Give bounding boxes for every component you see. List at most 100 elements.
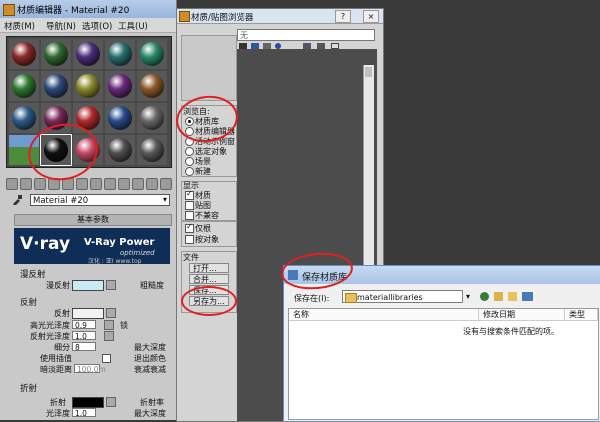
dim-distance-field[interactable]: 100.0m (74, 364, 106, 374)
menu-tools[interactable]: 工具(U) (118, 20, 148, 32)
editor-toolbar (6, 178, 172, 192)
sample-slot[interactable] (137, 71, 167, 101)
help-button[interactable]: ? (335, 10, 351, 23)
rollout-basic-params[interactable]: 基本参数 (14, 214, 172, 226)
browser-search-field[interactable]: 无 (237, 29, 375, 41)
sample-slot[interactable] (9, 39, 39, 69)
use-interp-checkbox[interactable] (102, 354, 111, 363)
refract-group-title: 折射 (20, 384, 38, 394)
by-object-checkbox[interactable] (185, 235, 194, 244)
max-depth2-label: 最大深度 (134, 409, 166, 418)
toolbar-icon[interactable] (76, 178, 88, 190)
menu-navigation[interactable]: 导航(N) (46, 20, 76, 32)
browse-from-radio[interactable] (185, 147, 194, 156)
sample-slot[interactable] (41, 39, 71, 69)
material-sphere (12, 74, 36, 98)
subdivs-field[interactable]: 8 (72, 342, 96, 352)
back-icon[interactable] (480, 292, 489, 301)
sample-slot[interactable] (41, 71, 71, 101)
browse-from-radio[interactable] (185, 167, 194, 176)
chevron-down-icon[interactable]: ▾ (462, 290, 473, 303)
toolbar-icon[interactable] (6, 178, 18, 190)
browse-from-radio[interactable] (185, 157, 194, 166)
material-sphere (140, 138, 164, 162)
menu-material[interactable]: 材质(M) (4, 20, 35, 32)
exit-color-label: 退出颜色 (134, 354, 166, 363)
refl-gloss-label: 反射光泽度 (30, 332, 70, 341)
diffuse-color-swatch[interactable] (72, 280, 104, 291)
save-in-dropdown[interactable]: materiallibraries (342, 290, 472, 303)
lock-label[interactable]: 锁 (120, 320, 128, 331)
ior-label: 折射率 (140, 398, 164, 407)
app-icon (179, 11, 190, 22)
reflect-map-button[interactable] (106, 308, 116, 318)
show-checkbox[interactable] (185, 201, 194, 210)
toolbar-icon[interactable] (104, 178, 116, 190)
show-checkbox[interactable] (185, 211, 194, 220)
checkmark-icon: ✓ (186, 222, 193, 231)
sample-slot[interactable] (137, 135, 167, 165)
sample-slot[interactable] (9, 71, 39, 101)
sample-slot[interactable] (137, 39, 167, 69)
sample-slot[interactable] (105, 103, 135, 133)
sample-slot[interactable] (137, 103, 167, 133)
toolbar-icon[interactable] (34, 178, 46, 190)
diffuse-map-button[interactable] (106, 280, 116, 290)
menu-options[interactable]: 选项(O) (82, 20, 112, 32)
sample-slot[interactable] (9, 103, 39, 133)
gloss-field[interactable]: 1.0 (72, 408, 96, 418)
toolbar-icon[interactable] (146, 178, 158, 190)
by-object-label: 按对象 (195, 235, 219, 244)
refract-color-swatch[interactable] (72, 397, 104, 408)
close-button[interactable]: × (363, 10, 379, 23)
material-sphere (108, 138, 132, 162)
material-name-field[interactable]: Material #20 (30, 194, 170, 206)
up-folder-icon[interactable] (494, 292, 503, 301)
rollout-title: 基本参数 (77, 215, 109, 224)
vray-credit-text: 汉化 : 亚Ⅰ www.top (88, 258, 142, 265)
toolbar-icon[interactable] (20, 178, 32, 190)
refract-label: 折射 (50, 398, 66, 407)
refract-map-button[interactable] (106, 397, 116, 407)
material-sphere (140, 106, 164, 130)
scroll-thumb[interactable] (365, 67, 372, 77)
sample-slot[interactable] (73, 71, 103, 101)
column-modified[interactable]: 修改日期 (479, 309, 565, 321)
save-in-folder: materiallibraries (357, 293, 423, 302)
eyedropper-icon[interactable] (12, 195, 22, 206)
material-sphere (140, 74, 164, 98)
save-library-dialog: 保存材质库 保存在(I): materiallibraries ▾ 名称 修改日… (283, 265, 600, 422)
material-editor-titlebar: 材质编辑器 - Material #20 (0, 0, 176, 18)
material-sphere (108, 106, 132, 130)
toolbar-icon[interactable] (90, 178, 102, 190)
toolbar-icon[interactable] (160, 178, 172, 190)
refl-gloss-field[interactable]: 1.0 (72, 331, 96, 341)
browser-title: 材质/贴图浏览器 (191, 13, 254, 23)
toolbar-icon[interactable] (132, 178, 144, 190)
open-button[interactable]: 打开... (189, 263, 229, 273)
vray-banner: V·ray V-Ray Power optimized 汉化 : 亚Ⅰ www.… (14, 228, 170, 265)
column-name[interactable]: 名称 (289, 309, 479, 321)
view-menu-icon[interactable] (522, 292, 533, 301)
new-folder-icon[interactable] (508, 292, 517, 301)
toolbar-icon[interactable] (118, 178, 130, 190)
material-sphere (108, 42, 132, 66)
column-type[interactable]: 类型 (565, 309, 598, 321)
max-depth-label: 最大深度 (134, 343, 166, 352)
merge-button[interactable]: 合并... (189, 274, 229, 284)
sample-slot[interactable] (73, 39, 103, 69)
sample-slot[interactable] (105, 39, 135, 69)
root-only-label: 仅根 (195, 224, 211, 233)
sample-slot[interactable] (105, 71, 135, 101)
reflect-color-swatch[interactable] (72, 308, 104, 319)
hilight-gloss-spinner[interactable] (104, 320, 114, 330)
chevron-down-icon[interactable]: ▾ (160, 195, 170, 205)
refl-gloss-spinner[interactable] (104, 331, 114, 341)
browser-titlebar: 材质/贴图浏览器 ? × (177, 9, 383, 24)
gloss-label: 光泽度 (46, 409, 70, 418)
material-sphere (12, 42, 36, 66)
checkmark-icon: ✓ (186, 189, 193, 198)
file-list[interactable]: 名称 修改日期 类型 没有与搜索条件匹配的项。 (288, 308, 599, 420)
hilight-gloss-field[interactable]: 0.9 (72, 320, 96, 330)
sample-slot[interactable] (105, 135, 135, 165)
